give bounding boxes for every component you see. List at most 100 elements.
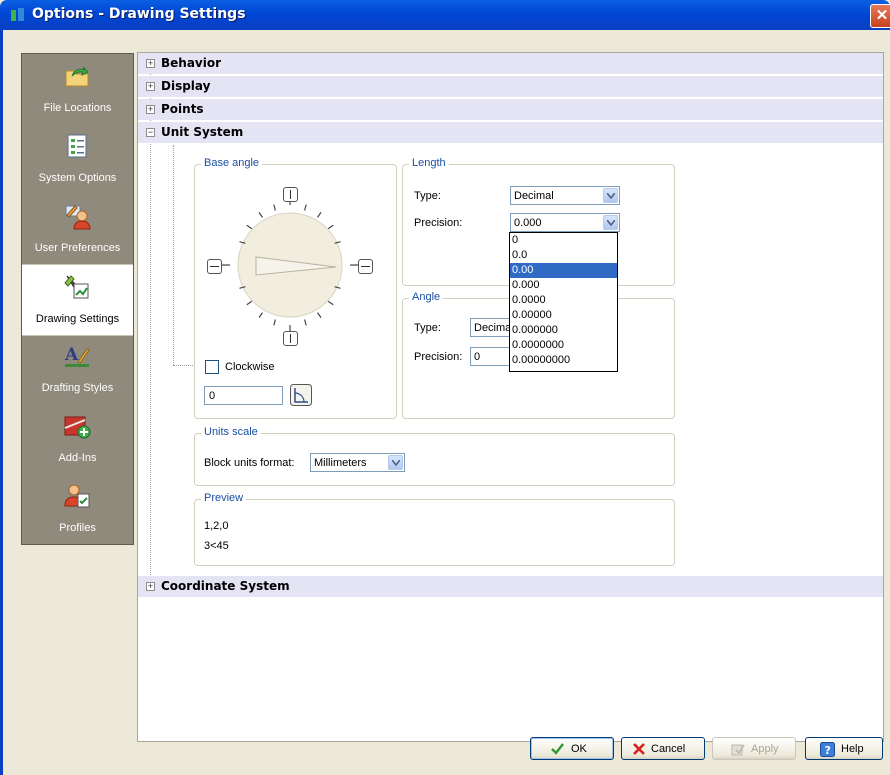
tree-node-display[interactable]: + Display bbox=[138, 76, 883, 97]
chevron-down-icon[interactable] bbox=[388, 455, 403, 470]
expand-icon[interactable]: + bbox=[146, 59, 155, 68]
dropdown-option[interactable]: 0.00000000 bbox=[510, 353, 617, 368]
tree-child-line bbox=[173, 145, 174, 365]
angle-legend: Angle bbox=[409, 291, 444, 303]
sidebar-item-profiles[interactable]: Profiles bbox=[22, 474, 133, 544]
sidebar-item-label: Drawing Settings bbox=[35, 313, 120, 325]
cancel-x-icon bbox=[633, 743, 645, 755]
apply-button[interactable]: Apply bbox=[712, 737, 796, 760]
angle-picker-icon[interactable] bbox=[290, 384, 312, 406]
sidebar-item-label: File Locations bbox=[43, 102, 112, 114]
chevron-down-icon[interactable] bbox=[603, 215, 618, 230]
apply-icon bbox=[731, 744, 745, 756]
length-type-select[interactable]: Decimal bbox=[510, 186, 620, 205]
add-ins-icon bbox=[64, 416, 91, 439]
base-angle-dial[interactable] bbox=[210, 185, 370, 345]
checklist-icon bbox=[67, 134, 87, 158]
drawing-settings-icon bbox=[64, 275, 89, 299]
base-angle-input[interactable]: 0 bbox=[204, 386, 283, 405]
tree-node-unit-system[interactable]: − Unit System bbox=[138, 122, 883, 143]
preview-line-2: 3<45 bbox=[204, 540, 229, 552]
dropdown-option-highlighted[interactable]: 0.00 bbox=[510, 263, 617, 278]
angle-precision-label: Precision: bbox=[414, 351, 463, 363]
preview-legend: Preview bbox=[201, 492, 247, 504]
sidebar-item-drawing-settings[interactable]: Drawing Settings bbox=[22, 264, 133, 336]
clockwise-checkbox[interactable] bbox=[205, 360, 219, 374]
sidebar-item-add-ins[interactable]: Add-Ins bbox=[22, 404, 133, 474]
ok-label: OK bbox=[571, 743, 587, 755]
dropdown-option[interactable]: 0 bbox=[510, 233, 617, 248]
dropdown-option[interactable]: 0.000000 bbox=[510, 323, 617, 338]
sidebar-item-label: System Options bbox=[38, 172, 117, 184]
tree-guide-line bbox=[150, 73, 151, 593]
cancel-button[interactable]: Cancel bbox=[621, 737, 705, 760]
angle-0-button[interactable] bbox=[358, 259, 373, 274]
sidebar-item-drafting-styles[interactable]: A Drafting Styles bbox=[22, 334, 133, 404]
tree-node-behavior[interactable]: + Behavior bbox=[138, 53, 883, 74]
tree-node-label: Unit System bbox=[161, 125, 244, 139]
preview-line-1: 1,2,0 bbox=[204, 520, 229, 532]
length-precision-label: Precision: bbox=[414, 217, 463, 229]
apply-label: Apply bbox=[751, 743, 779, 755]
ok-button[interactable]: OK bbox=[530, 737, 614, 760]
angle-type-label: Type: bbox=[414, 322, 441, 334]
tree-node-coordinate-system[interactable]: + Coordinate System bbox=[138, 576, 883, 597]
app-icon bbox=[11, 8, 24, 21]
cancel-label: Cancel bbox=[651, 743, 686, 755]
settings-panel: + Behavior + Display + Points − Unit Sys… bbox=[137, 52, 884, 742]
block-units-value: Millimeters bbox=[314, 457, 367, 469]
collapse-icon[interactable]: − bbox=[146, 128, 155, 137]
angle-type-value: Decima bbox=[474, 322, 512, 334]
block-units-select[interactable]: Millimeters bbox=[310, 453, 405, 472]
dropdown-option[interactable]: 0.0000 bbox=[510, 293, 617, 308]
dropdown-option[interactable]: 0.0 bbox=[510, 248, 617, 263]
sidebar-item-label: User Preferences bbox=[34, 242, 121, 254]
svg-text:?: ? bbox=[825, 744, 831, 757]
window-title: Options - Drawing Settings bbox=[32, 6, 246, 22]
length-precision-value: 0.000 bbox=[514, 217, 542, 229]
sidebar-item-label: Drafting Styles bbox=[41, 382, 114, 394]
expand-icon[interactable]: + bbox=[146, 82, 155, 91]
sidebar-item-user-preferences[interactable]: User Preferences bbox=[22, 194, 133, 264]
sidebar-item-label: Profiles bbox=[59, 522, 96, 534]
clockwise-label: Clockwise bbox=[225, 361, 275, 373]
tree-node-label: Coordinate System bbox=[161, 579, 290, 593]
tree-node-label: Points bbox=[161, 102, 204, 116]
tree-node-label: Display bbox=[161, 79, 211, 93]
dropdown-option[interactable]: 0.00000 bbox=[510, 308, 617, 323]
tree-node-label: Behavior bbox=[161, 56, 222, 70]
angle-90-button[interactable] bbox=[283, 187, 298, 202]
expand-icon[interactable]: + bbox=[146, 582, 155, 591]
base-angle-legend: Base angle bbox=[201, 157, 263, 169]
block-units-label: Block units format: bbox=[204, 457, 295, 469]
check-icon bbox=[551, 743, 564, 755]
close-button[interactable]: ✕ bbox=[870, 4, 890, 28]
user-pencil-icon bbox=[65, 205, 91, 230]
svg-text:A: A bbox=[64, 345, 79, 365]
tree-node-points[interactable]: + Points bbox=[138, 99, 883, 120]
profiles-icon bbox=[64, 484, 90, 508]
length-legend: Length bbox=[409, 157, 449, 169]
dropdown-option[interactable]: 0.000 bbox=[510, 278, 617, 293]
length-precision-select[interactable]: 0.000 bbox=[510, 213, 620, 232]
length-type-label: Type: bbox=[414, 190, 441, 202]
title-bar: Options - Drawing Settings ✕ bbox=[0, 0, 890, 30]
help-icon: ? bbox=[820, 742, 835, 757]
base-angle-value: 0 bbox=[209, 390, 216, 402]
units-scale-group: Units scale Block units format: Millimet… bbox=[194, 426, 675, 486]
length-type-value: Decimal bbox=[514, 190, 554, 202]
angle-180-button[interactable] bbox=[207, 259, 222, 274]
dropdown-option[interactable]: 0.0000000 bbox=[510, 338, 617, 353]
units-scale-legend: Units scale bbox=[201, 426, 261, 438]
expand-icon[interactable]: + bbox=[146, 105, 155, 114]
sidebar-item-file-locations[interactable]: File Locations bbox=[22, 54, 133, 124]
options-sidebar: File Locations System Options User Prefe… bbox=[21, 53, 134, 545]
folder-arrow-icon bbox=[65, 66, 89, 87]
chevron-down-icon[interactable] bbox=[603, 188, 618, 203]
help-label: Help bbox=[841, 743, 864, 755]
angle-precision-value: 0 bbox=[474, 351, 481, 363]
sidebar-item-system-options[interactable]: System Options bbox=[22, 124, 133, 194]
precision-dropdown-list[interactable]: 0 0.0 0.00 0.000 0.0000 0.00000 0.000000… bbox=[509, 232, 618, 372]
angle-270-button[interactable] bbox=[283, 331, 298, 346]
help-button[interactable]: ? Help bbox=[805, 737, 883, 760]
